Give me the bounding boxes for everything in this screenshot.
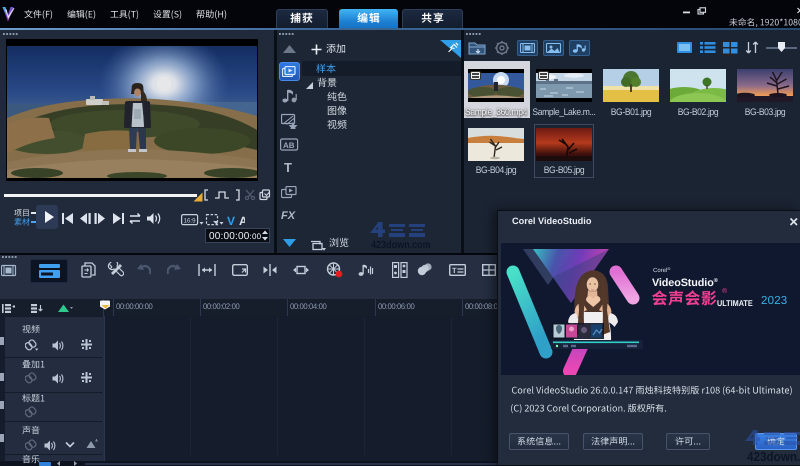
svg-text:16:9: 16:9	[184, 218, 197, 225]
svg-text:AB: AB	[283, 141, 295, 150]
svg-text:V: V	[227, 214, 235, 227]
svg-text:T: T	[452, 266, 457, 275]
svg-text:A: A	[239, 214, 245, 227]
svg-text:VideoStudio®: VideoStudio®	[652, 277, 718, 289]
